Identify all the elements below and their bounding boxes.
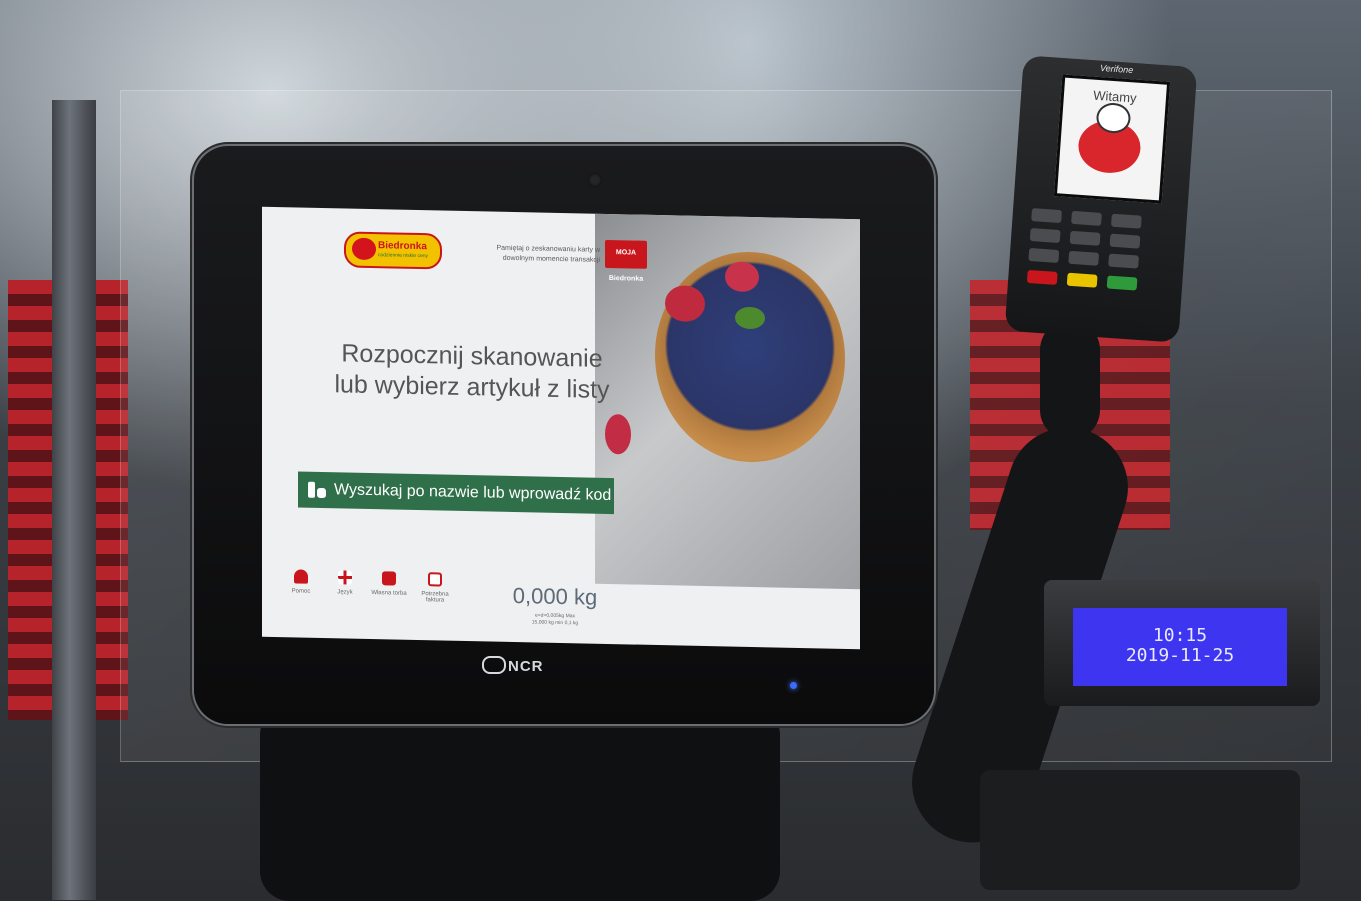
ok-key[interactable] — [1106, 275, 1138, 291]
raspberry — [665, 285, 705, 323]
headline: Rozpocznij skanowanie lub wybierz artyku… — [312, 338, 632, 407]
key[interactable] — [1031, 208, 1062, 224]
language-button[interactable]: Język — [322, 570, 368, 596]
moja-biedronka-logo: MOJA Biedronka — [605, 239, 647, 283]
ncr-ring-icon — [482, 656, 506, 674]
ncr-logo: NCR — [482, 656, 544, 675]
products-icon — [306, 480, 328, 500]
own-bag-button[interactable]: Własna torba — [366, 571, 412, 597]
headline-line-2: lub wybierz artykuł z listy — [334, 370, 610, 405]
key[interactable] — [1109, 233, 1141, 249]
key[interactable] — [1068, 250, 1100, 266]
invoice-label: Potrzebna faktura — [421, 591, 449, 604]
search-button-label: Wyszukaj po nazwie lub wprowadź kod — [334, 481, 612, 505]
display-date: 2019-11-25 — [1125, 645, 1235, 666]
terminal-arm-upper — [1040, 320, 1100, 440]
cancel-key[interactable] — [1026, 269, 1058, 285]
key[interactable] — [1108, 253, 1140, 269]
kiosk-screen: Biedronka codziennie niskie ceny Pamięta… — [262, 206, 860, 650]
raspberry — [605, 413, 631, 455]
brand-name: Biedronka — [378, 240, 427, 253]
key[interactable] — [1069, 230, 1101, 246]
card-reminder-text: Pamiętaj o zeskanowaniu karty w dowolnym… — [496, 244, 601, 264]
display-time: 10:15 — [1152, 625, 1208, 646]
correct-key[interactable] — [1066, 272, 1098, 288]
help-button[interactable]: Pomoc — [278, 569, 324, 595]
mint-leaf — [735, 306, 765, 330]
terminal-screen: Witamy — [1053, 74, 1171, 204]
customer-display-screen: 10:15 2019-11-25 — [1073, 608, 1287, 686]
invoice-button[interactable]: Potrzebna faktura — [412, 572, 458, 604]
key[interactable] — [1029, 228, 1061, 244]
person-icon — [294, 569, 308, 584]
own-bag-label: Własna torba — [371, 590, 407, 597]
scale-weight: 0,000 kg — [512, 582, 598, 610]
camera-icon — [588, 173, 602, 187]
scale-spec: e=d=0,005kg Max 15,000 kg min 0,1 kg — [500, 612, 610, 628]
terminal-keypad[interactable] — [1022, 206, 1152, 302]
receipt-printer — [980, 770, 1300, 890]
key[interactable] — [1110, 213, 1142, 229]
search-button[interactable]: Wyszukaj po nazwie lub wprowadź kod — [298, 471, 614, 515]
metal-post — [52, 100, 96, 900]
key[interactable] — [1071, 210, 1102, 226]
help-label: Pomoc — [291, 588, 311, 595]
invoice-icon — [428, 572, 442, 587]
uk-flag-icon — [338, 570, 352, 585]
key[interactable] — [1028, 247, 1060, 264]
barcode-scanner-bed — [260, 705, 780, 901]
power-led — [790, 682, 797, 689]
language-label: Język — [337, 589, 353, 596]
ladybug-icon — [352, 237, 376, 261]
scale-spec-line-2: 15,000 kg min 0,1 kg — [531, 619, 579, 627]
biedronka-logo: Biedronka codziennie niskie ceny — [344, 231, 442, 270]
raspberry — [725, 261, 759, 293]
brand-tagline: codziennie niskie ceny — [378, 252, 429, 260]
bag-icon — [382, 571, 396, 586]
